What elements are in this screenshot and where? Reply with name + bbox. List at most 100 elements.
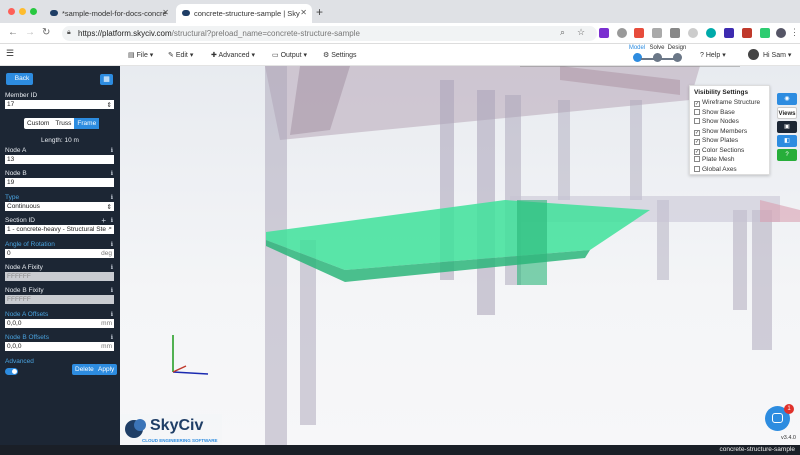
tab-truss[interactable]: Truss — [52, 118, 74, 129]
extension-icon[interactable] — [634, 28, 644, 38]
hamburger-menu-icon[interactable]: ☰ — [6, 48, 14, 59]
file-menu[interactable]: ▤ File ▾ — [128, 51, 153, 59]
extension-icon[interactable] — [599, 28, 609, 38]
delete-button[interactable]: Delete — [72, 364, 97, 375]
extension-icon[interactable] — [742, 28, 752, 38]
visibility-option[interactable]: ✓ Show Plates — [694, 136, 765, 146]
type-select[interactable]: Continuous ⇕ — [5, 202, 114, 211]
node-a-input[interactable]: 13 — [5, 155, 114, 164]
info-icon[interactable]: ℹ — [111, 217, 113, 224]
checkbox[interactable] — [694, 165, 700, 172]
back-button[interactable]: Back — [6, 73, 33, 85]
info-icon[interactable]: ℹ — [111, 287, 113, 294]
close-tab-icon[interactable]: ✕ — [162, 8, 169, 17]
extension-icon[interactable] — [617, 28, 627, 38]
column — [300, 240, 316, 425]
mode-design[interactable]: Design — [667, 45, 687, 62]
mode-solve[interactable]: Solve — [647, 45, 667, 62]
visibility-option[interactable]: Global Axes — [694, 165, 765, 175]
node-a-label: Node A — [5, 147, 27, 154]
info-icon[interactable]: ℹ — [111, 311, 113, 318]
close-tab-icon[interactable]: ✕ — [300, 8, 307, 17]
user-avatar[interactable] — [748, 49, 759, 60]
extension-icon[interactable] — [760, 28, 770, 38]
selected-plate — [266, 200, 650, 270]
section-id-input[interactable]: 1 - concrete-heavy - Structural Ste ⌕ — [5, 225, 114, 234]
output-menu[interactable]: ▭ Output ▾ — [272, 51, 307, 59]
checkbox[interactable]: ✓ — [694, 139, 700, 145]
offsets-a-input[interactable]: 0,0,0 mm — [5, 319, 114, 328]
info-icon[interactable]: ℹ — [111, 241, 113, 248]
visibility-option[interactable]: ✓ Color Sections — [694, 146, 765, 156]
checkbox[interactable] — [694, 108, 700, 115]
search-icon[interactable]: ⌕ — [108, 225, 112, 233]
delete-label: Delete — [75, 366, 94, 373]
visibility-option[interactable]: Plate Mesh — [694, 155, 765, 165]
forward-arrow-icon[interactable]: → — [25, 27, 35, 38]
new-tab-icon[interactable]: + — [316, 5, 323, 19]
checkbox[interactable]: ✓ — [694, 129, 700, 136]
extension-icon[interactable] — [688, 28, 698, 38]
info-icon[interactable]: ℹ — [111, 264, 113, 271]
apply-button[interactable]: Apply — [95, 364, 118, 375]
edit-menu[interactable]: ✎ Edit ▾ — [168, 51, 193, 59]
add-section-icon[interactable]: + — [101, 216, 106, 225]
toggle-knob — [12, 369, 17, 374]
maximize-window-button[interactable] — [30, 8, 37, 15]
views-button[interactable]: Views — [777, 107, 797, 119]
skyciv-favicon-icon — [182, 10, 190, 16]
help-icon[interactable]: ? — [777, 149, 797, 161]
member-id-select[interactable]: 17 ⇕ — [5, 100, 114, 109]
checkbox[interactable]: ✓ — [694, 101, 700, 107]
visibility-option[interactable]: ✓ Wireframe Structure — [694, 98, 765, 108]
rotation-input[interactable]: 0 deg — [5, 249, 114, 258]
visibility-title: Visibility Settings — [694, 89, 749, 96]
settings-menu[interactable]: ⚙ Settings — [323, 51, 357, 59]
back-arrow-icon[interactable]: ← — [8, 27, 18, 38]
extension-icon[interactable] — [670, 28, 680, 38]
search-icon[interactable]: ⌕ — [560, 27, 565, 38]
more-menu-icon[interactable]: ⋮ — [790, 27, 799, 38]
profile-avatar-icon[interactable] — [776, 28, 786, 38]
browser-tab-1[interactable]: *sample-model-for-docs-concre ✕ — [44, 4, 174, 23]
eye-icon[interactable]: ◉ — [777, 93, 797, 105]
reload-icon[interactable]: ↻ — [42, 27, 50, 38]
fixity-b-input[interactable]: FFFFFF — [5, 295, 114, 304]
checkbox[interactable]: ✓ — [694, 148, 700, 155]
url-input[interactable]: 🔒︎ https://platform.skyciv.com/structura… — [62, 26, 597, 41]
help-menu[interactable]: ? Help ▾ — [700, 51, 726, 59]
fixity-a-input[interactable]: FFFFFF — [5, 272, 114, 281]
bookmark-star-icon[interactable]: ☆ — [577, 27, 585, 38]
tab-frame[interactable]: Frame — [74, 118, 100, 129]
advanced-menu[interactable]: ✚ Advanced ▾ — [211, 51, 255, 59]
close-window-button[interactable] — [8, 8, 15, 15]
fixity-b-value: FFFFFF — [7, 296, 31, 303]
mode-label: Model — [628, 45, 646, 51]
cube-icon[interactable]: ◧ — [777, 135, 797, 147]
table-icon[interactable]: ▦ — [100, 74, 113, 85]
checkbox[interactable] — [694, 156, 700, 162]
extension-icon[interactable] — [652, 28, 662, 38]
info-icon[interactable]: ℹ — [111, 334, 113, 341]
menu-label: Edit — [175, 52, 188, 59]
type-value: Continuous — [7, 203, 40, 210]
browser-tab-2[interactable]: concrete-structure-sample | Sky ✕ — [176, 4, 312, 23]
checkbox[interactable] — [694, 118, 700, 124]
extension-icon[interactable] — [706, 28, 716, 38]
info-icon[interactable]: ℹ — [111, 170, 113, 177]
offsets-b-input[interactable]: 0,0,0 mm — [5, 342, 114, 351]
tab-custom[interactable]: Custom — [24, 118, 52, 129]
offsets-b-label: Node B Offsets — [5, 334, 49, 341]
user-menu[interactable]: Hi Sam ▾ — [763, 51, 791, 59]
visibility-option[interactable]: ✓ Show Members — [694, 127, 765, 137]
camera-icon[interactable]: ▣ — [777, 121, 797, 133]
extension-icon[interactable] — [724, 28, 734, 38]
node-b-input[interactable]: 19 — [5, 178, 114, 187]
views-label: Views — [778, 111, 796, 117]
info-icon[interactable]: ℹ — [111, 194, 113, 201]
info-icon[interactable]: ℹ — [111, 147, 113, 154]
visibility-option[interactable]: Show Nodes — [694, 117, 765, 127]
visibility-option[interactable]: Show Base — [694, 108, 765, 118]
advanced-toggle[interactable] — [5, 368, 18, 375]
minimize-window-button[interactable] — [19, 8, 26, 15]
